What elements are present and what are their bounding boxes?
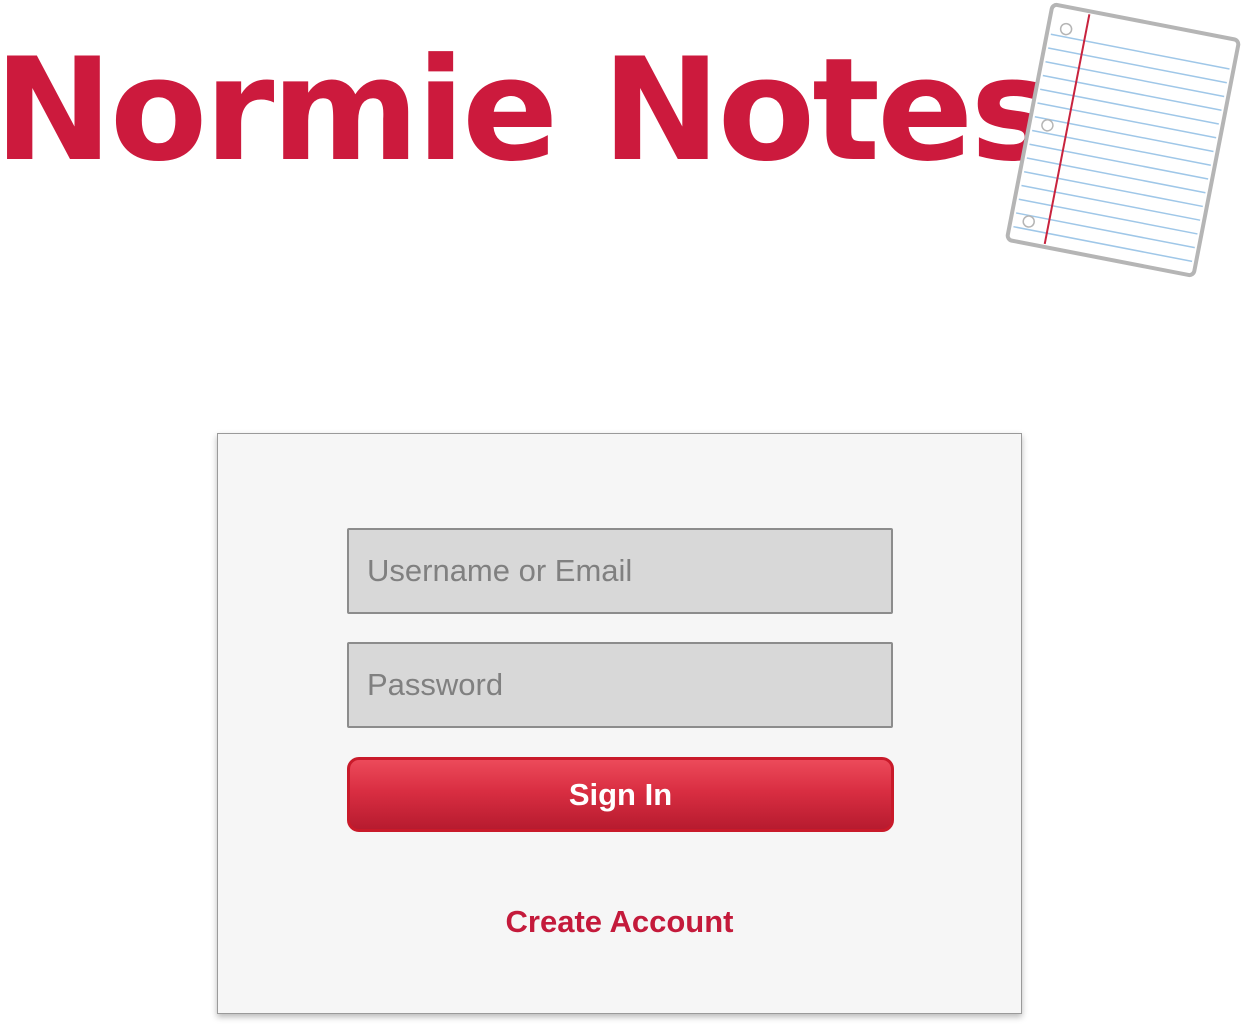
create-account-link[interactable]: Create Account [218,904,1021,940]
sign-in-button[interactable]: Sign In [347,757,894,832]
username-email-input[interactable] [347,528,893,614]
password-input[interactable] [347,642,893,728]
login-card: Sign In Create Account [217,433,1022,1014]
notebook-paper-icon [1005,2,1241,278]
app-title: Normie Notes [0,28,1055,193]
